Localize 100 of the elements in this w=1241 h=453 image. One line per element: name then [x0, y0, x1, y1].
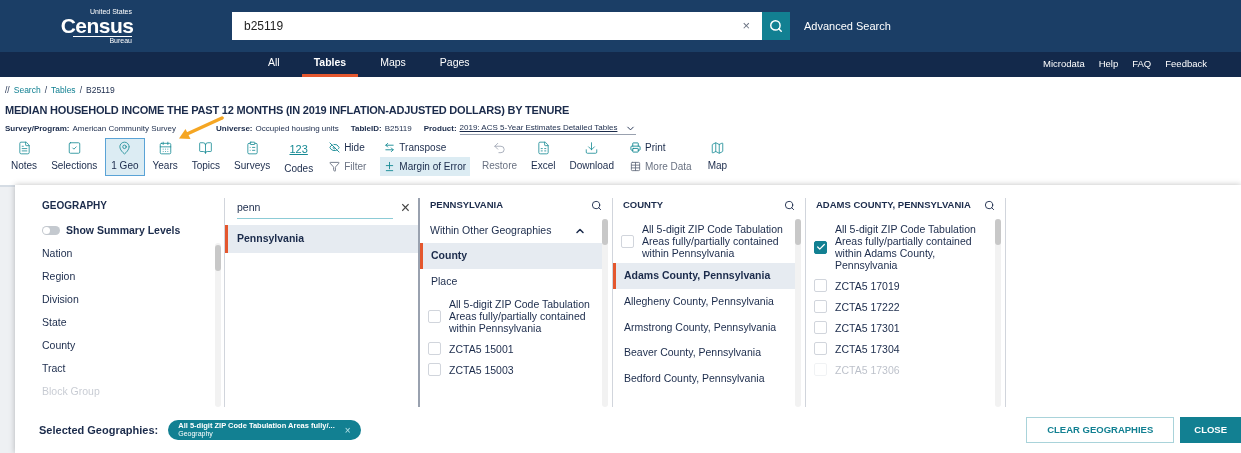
list-option[interactable]: Beaver County, Pennsylvania [613, 340, 795, 366]
list-option[interactable]: Bedford County, Pennsylvania [613, 366, 795, 392]
group-header[interactable]: Within Other Geographies [420, 219, 602, 243]
geography-level[interactable]: Tract [42, 357, 215, 381]
list-option[interactable]: Adams County, Pennsylvania [613, 263, 795, 289]
plus-minus-icon [384, 161, 396, 173]
table-icon [630, 161, 641, 173]
list-option[interactable]: Place [420, 268, 602, 295]
search-field[interactable]: b25119 × [232, 12, 762, 40]
option-label: ZCTA5 17304 [835, 342, 900, 355]
option-label: ZCTA5 17306 [835, 363, 900, 376]
option-label: All 5-digit ZIP Code Tabulation Areas fully/partially contained within Pennsylvania [449, 298, 591, 335]
breadcrumb-current: B25119 [86, 84, 115, 97]
toolbar-button[interactable]: Margin of Error [380, 157, 471, 177]
eye-off-icon [329, 142, 341, 154]
close-icon[interactable]: × [400, 200, 410, 217]
toggle-label: Show Summary Levels [66, 223, 181, 238]
toolbar-button[interactable]: 123 Codes [278, 138, 320, 177]
scrollbar-thumb[interactable] [995, 219, 1001, 245]
list-option[interactable]: County [420, 242, 602, 269]
toolbar-button[interactable]: Topics [185, 138, 227, 177]
list-option[interactable]: Allegheny County, Pennsylvania [613, 288, 795, 315]
nav-tab[interactable]: Tables [301, 52, 359, 77]
dialog-button[interactable]: CLOSE [1180, 417, 1241, 443]
checkbox[interactable] [814, 240, 827, 254]
search-icon[interactable] [784, 200, 795, 211]
nav-link[interactable]: FAQ [1132, 57, 1152, 72]
toolbar-button[interactable]: Surveys [228, 138, 277, 177]
nav-link[interactable]: Help [1098, 57, 1119, 72]
remove-icon[interactable]: × [344, 422, 351, 438]
geography-level[interactable]: County [42, 334, 215, 358]
geography-level[interactable]: State [42, 311, 215, 335]
scrollbar-thumb[interactable] [795, 219, 801, 245]
toolbar-button[interactable]: Selections [45, 138, 104, 177]
meta-value: B25119 [384, 122, 412, 135]
meta-label: Universe: [216, 122, 253, 135]
breadcrumb-separator: / [44, 84, 48, 97]
filter-icon [329, 161, 341, 173]
nav-tab[interactable]: All [256, 52, 292, 77]
geography-level[interactable]: Nation [42, 242, 215, 266]
toolbar-button[interactable]: Notes [5, 138, 44, 177]
search-icon[interactable] [984, 200, 995, 211]
toolbar-button[interactable]: Print [626, 138, 696, 158]
option-label: ZCTA5 15001 [449, 342, 514, 355]
filter-field[interactable]: penn [237, 198, 393, 219]
advanced-search-link[interactable]: Advanced Search [804, 17, 891, 35]
toolbar-button[interactable]: 1 Geo [105, 138, 145, 177]
option-label: All 5-digit ZIP Code Tabulation Areas fully/partially contained within Adams County, Pennsylvania [835, 223, 977, 271]
product-dropdown[interactable]: 2019: ACS 5-Year Estimates Detailed Tables [459, 122, 637, 136]
checkbox-row[interactable]: ZCTA5 17222 [806, 296, 995, 317]
meta-label: Survey/Program: [5, 122, 70, 135]
checkbox-row[interactable]: All 5-digit ZIP Code Tabulation Areas fully/partially contained within Pennsylvania [613, 219, 795, 263]
code-numbers-icon: 123 [289, 141, 308, 159]
option-label: ZCTA5 15003 [449, 363, 514, 376]
toolbar-button[interactable]: Map [701, 138, 734, 177]
scrollbar-thumb[interactable] [602, 219, 608, 245]
checkbox-row[interactable]: All 5-digit ZIP Code Tabulation Areas fully/partially contained within Adams County, Pennsylvania [806, 219, 995, 275]
checkbox-row[interactable]: ZCTA5 15001 [420, 338, 602, 360]
table-title: MEDIAN HOUSEHOLD INCOME THE PAST 12 MONTHS (IN 2019 INFLATION-ADJUSTED DOLLARS) BY TENURE [5, 102, 571, 118]
toolbar-button[interactable]: Excel [525, 138, 562, 177]
dialog-button[interactable]: CLEAR GEOGRAPHIES [1026, 417, 1175, 443]
meta-value: Occupied housing units [255, 122, 339, 135]
breadcrumb-separator: // [5, 84, 10, 97]
breadcrumb-link[interactable]: Tables [51, 84, 76, 97]
column-heading: PENNSYLVANIA [430, 198, 504, 213]
search-icon [769, 19, 783, 33]
option-label: All 5-digit ZIP Code Tabulation Areas fully/partially contained within Pennsylvania [642, 223, 784, 259]
arrows-icon [384, 142, 396, 154]
toolbar-button[interactable]: Years [146, 138, 184, 177]
scrollbar-thumb[interactable] [215, 244, 221, 271]
toggle-switch[interactable] [42, 226, 60, 236]
search-icon[interactable] [591, 200, 602, 211]
checkbox-row[interactable]: ZCTA5 15003 [420, 359, 602, 381]
checkbox-row[interactable]: ZCTA5 17019 [806, 275, 995, 296]
geography-level[interactable]: Region [42, 265, 215, 289]
meta-value: American Community Survey [72, 122, 177, 135]
option-label: ZCTA5 17222 [835, 300, 900, 313]
search-button[interactable] [762, 12, 790, 40]
result-option[interactable]: Pennsylvania [225, 224, 418, 253]
breadcrumb-link[interactable]: Search [13, 84, 41, 97]
geography-level[interactable]: Division [42, 288, 215, 312]
option-label: ZCTA5 17019 [835, 279, 900, 292]
breadcrumb-separator: / [79, 84, 82, 97]
checkbox-row[interactable]: ZCTA5 17301 [806, 317, 995, 338]
meta-label: TableID: [350, 122, 382, 135]
checkbox-row[interactable]: ZCTA5 17304 [806, 338, 995, 359]
toolbar-button[interactable]: Download [563, 138, 620, 177]
toolbar-button[interactable]: Hide [325, 138, 371, 158]
list-option[interactable]: Armstrong County, Pennsylvania [613, 314, 795, 341]
column-heading: GEOGRAPHY [42, 199, 108, 213]
clear-icon[interactable]: × [742, 16, 750, 36]
nav-tab[interactable]: Pages [427, 52, 482, 77]
column-heading: COUNTY [623, 198, 664, 213]
meta-label: Product: [423, 122, 457, 135]
checkbox-row[interactable]: All 5-digit ZIP Code Tabulation Areas fully/partially contained within Pennsylvania [420, 294, 602, 339]
nav-link[interactable]: Feedback [1165, 57, 1207, 72]
nav-link[interactable]: Microdata [1043, 57, 1085, 72]
column-heading: ADAMS COUNTY, PENNSYLVANIA [816, 198, 971, 213]
toolbar-button[interactable]: Transpose [380, 138, 471, 158]
nav-tab[interactable]: Maps [368, 52, 418, 77]
